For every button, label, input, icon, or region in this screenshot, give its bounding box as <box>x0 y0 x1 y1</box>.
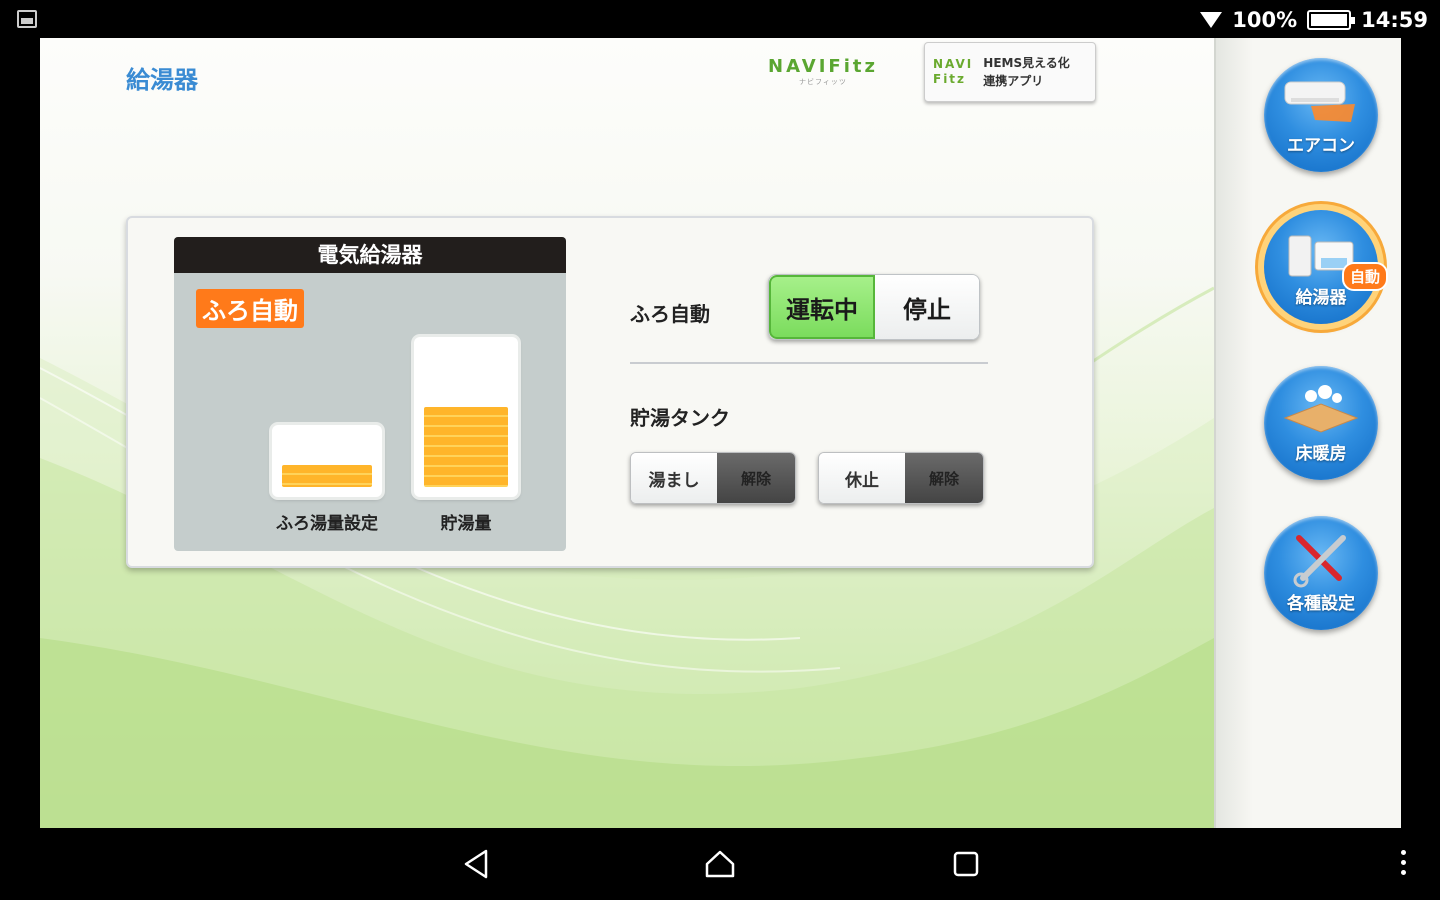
main-panel: 給湯器 NAVIFitz ナビフィッツ NAVI Fitz HEMS見える化 連… <box>40 38 1214 828</box>
bath-auto-toggle[interactable]: 運転中 停止 <box>768 274 980 340</box>
battery-percent: 100% <box>1232 8 1298 32</box>
nav-floor-heating-button[interactable]: 床暖房 <box>1264 366 1378 480</box>
nav-water-heater-label: 給湯器 <box>1295 288 1347 308</box>
nav-settings-label: 各種設定 <box>1287 594 1355 614</box>
bath-volume-tank[interactable] <box>272 425 382 497</box>
status-icons: 100% 14:59 <box>1200 6 1428 34</box>
storage-water-level <box>424 407 508 487</box>
water-heater-status-panel: 電気給湯器 ふろ自動 ふろ湯量設定 貯湯量 <box>174 237 566 551</box>
water-heater-card: 電気給湯器 ふろ自動 ふろ湯量設定 貯湯量 ふろ自動 運転中 停止 貯湯タンク … <box>126 216 1094 568</box>
page-title: 給湯器 <box>126 66 198 94</box>
hems-logo: NAVI Fitz <box>933 57 973 87</box>
navifitz-logo: NAVIFitz ナビフィッツ <box>768 56 878 87</box>
device-title: 電気給湯器 <box>174 237 566 273</box>
bath-auto-label: ふろ自動 <box>630 302 710 326</box>
nav-water-heater-button[interactable]: 自動 給湯器 <box>1264 210 1388 324</box>
hems-logo-line1: NAVI <box>933 57 974 71</box>
logo-subtext: ナビフィッツ <box>799 78 847 86</box>
bath-tank-label: ふろ湯量設定 <box>276 514 378 534</box>
hems-logo-line2: Fitz <box>933 72 967 86</box>
clock: 14:59 <box>1361 8 1428 32</box>
yumashi-release-button[interactable]: 解除 <box>717 453 795 503</box>
bath-auto-stop-button[interactable]: 停止 <box>875 275 979 339</box>
hems-text: HEMS見える化 連携アプリ <box>983 54 1069 90</box>
kyushi-control[interactable]: 休止 解除 <box>818 452 984 504</box>
status-bar: 100% 14:59 <box>0 0 1440 38</box>
yumashi-control[interactable]: 湯まし 解除 <box>630 452 796 504</box>
storage-tank-label: 貯湯量 <box>440 514 492 534</box>
bath-auto-running-button[interactable]: 運転中 <box>769 275 875 339</box>
hems-text-line2: 連携アプリ <box>983 74 1044 88</box>
hems-app-link-button[interactable]: NAVI Fitz HEMS見える化 連携アプリ <box>924 42 1096 102</box>
floor-heating-icon <box>1283 385 1359 433</box>
nav-settings-button[interactable]: 各種設定 <box>1264 516 1378 630</box>
back-icon[interactable] <box>462 848 490 880</box>
gallery-notification-icon <box>17 10 37 28</box>
yumashi-label[interactable]: 湯まし <box>631 453 717 503</box>
wifi-icon <box>1200 12 1223 28</box>
aircon-icon <box>1284 81 1355 122</box>
home-icon[interactable] <box>704 848 736 880</box>
overflow-menu-icon[interactable] <box>1401 850 1406 875</box>
device-sidebar: エアコン 自動 給湯器 床暖房 各種設定 <box>1214 38 1401 828</box>
nav-aircon-button[interactable]: エアコン <box>1264 58 1378 172</box>
recent-apps-icon[interactable] <box>952 848 980 880</box>
storage-tank <box>414 337 518 497</box>
kyushi-label[interactable]: 休止 <box>819 453 905 503</box>
logo-text: NAVIFitz <box>768 56 878 77</box>
divider <box>630 362 988 364</box>
bath-auto-badge: ふろ自動 <box>196 289 304 328</box>
hems-text-line1: HEMS見える化 <box>983 56 1070 70</box>
tools-icon <box>1293 535 1346 588</box>
app-window: 給湯器 NAVIFitz ナビフィッツ NAVI Fitz HEMS見える化 連… <box>40 38 1401 828</box>
storage-tank-control-label: 貯湯タンク <box>630 406 730 430</box>
nav-aircon-label: エアコン <box>1287 136 1355 156</box>
bath-water-level <box>282 465 372 487</box>
system-navigation-bar <box>0 828 1440 900</box>
nav-floor-heating-label: 床暖房 <box>1295 444 1347 464</box>
kyushi-release-button[interactable]: 解除 <box>905 453 983 503</box>
battery-icon <box>1307 10 1356 30</box>
